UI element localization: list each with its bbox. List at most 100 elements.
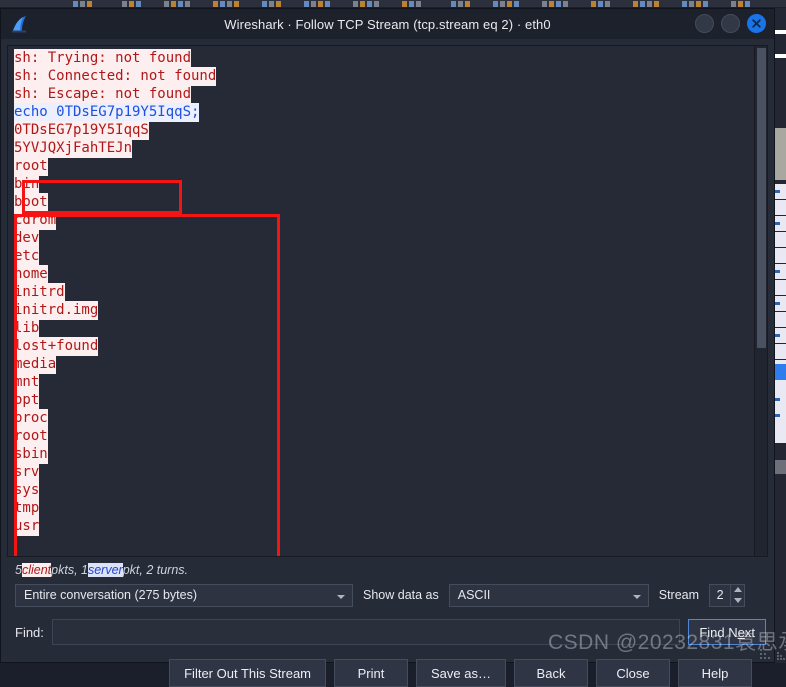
background-resize-grip bbox=[777, 652, 785, 660]
background-toolbar-icon bbox=[262, 1, 267, 7]
background-toolbar-icon bbox=[556, 1, 561, 7]
background-toolbar-icon bbox=[654, 1, 659, 7]
background-toolbar-icon bbox=[598, 1, 603, 7]
stream-line: sh: Escape: not found bbox=[14, 85, 753, 104]
stream-line: sbin bbox=[14, 445, 753, 464]
close-dialog-button[interactable]: Close bbox=[596, 659, 670, 687]
filter-out-this-stream-button[interactable]: Filter Out This Stream bbox=[169, 659, 327, 687]
stream-line-text-server: sys bbox=[14, 481, 40, 500]
background-packet-row bbox=[774, 200, 786, 215]
stream-line: usr bbox=[14, 517, 753, 536]
save-as-button[interactable]: Save as… bbox=[416, 659, 506, 687]
stream-line: boot bbox=[14, 193, 753, 212]
show-data-as-select[interactable]: ASCII bbox=[448, 583, 649, 607]
background-toolbar-icon bbox=[465, 1, 470, 7]
dialog-button-row: Filter Out This Stream Print Save as… Ba… bbox=[15, 659, 752, 687]
summary-suffix: pkt, 2 turns. bbox=[122, 562, 189, 577]
background-toolbar-icon bbox=[311, 1, 316, 7]
stream-line-text-client: echo 0TDsEG7p19Y5IqqS; bbox=[14, 103, 200, 122]
stream-line-text-server: proc bbox=[14, 409, 48, 428]
spinner-down-icon[interactable] bbox=[733, 597, 742, 603]
stream-line-text-server: boot bbox=[14, 193, 48, 212]
background-toolbar-icon bbox=[220, 1, 225, 7]
background-toolbar-icon bbox=[696, 1, 701, 7]
scrollbar-thumb[interactable] bbox=[757, 48, 766, 348]
background-toolbar-icon bbox=[738, 1, 743, 7]
stream-line: root bbox=[14, 427, 753, 446]
background-toolbar-icon bbox=[409, 1, 414, 7]
spinner-up-icon[interactable] bbox=[733, 587, 742, 593]
stream-line: sh: Trying: not found bbox=[14, 49, 753, 68]
chevron-down-icon bbox=[632, 594, 641, 599]
background-toolbar-icon bbox=[276, 1, 281, 7]
stream-line-text-server: dev bbox=[14, 229, 40, 248]
stream-line-text-server: sh: Escape: not found bbox=[14, 85, 192, 104]
background-packet-row bbox=[774, 312, 786, 327]
show-data-as-value: ASCII bbox=[457, 588, 491, 602]
background-toolbar-icon bbox=[493, 1, 498, 7]
close-button[interactable] bbox=[747, 14, 766, 33]
background-toolbar-icon bbox=[633, 1, 638, 7]
summary-server-word: server bbox=[87, 562, 123, 577]
background-toolbar-icon bbox=[549, 1, 554, 7]
stream-line: lib bbox=[14, 319, 753, 338]
conversation-select[interactable]: Entire conversation (275 bytes) bbox=[15, 583, 353, 607]
stream-line-text-server: opt bbox=[14, 391, 40, 410]
follow-tcp-stream-dialog: Wireshark · Follow TCP Stream (tcp.strea… bbox=[0, 8, 775, 687]
background-toolbar-icon bbox=[227, 1, 232, 7]
stream-stepper-arrows[interactable] bbox=[731, 583, 746, 607]
find-label: Find: bbox=[15, 624, 44, 640]
background-toolbar-icon bbox=[213, 1, 218, 7]
dialog-titlebar[interactable]: Wireshark · Follow TCP Stream (tcp.strea… bbox=[1, 9, 774, 39]
background-toolbar-icon bbox=[563, 1, 568, 7]
back-button[interactable]: Back bbox=[514, 659, 588, 687]
stream-line-text-server: tmp bbox=[14, 499, 40, 518]
background-toolbar-icon bbox=[136, 1, 141, 7]
stream-line: 0TDsEG7p19Y5IqqS bbox=[14, 121, 753, 140]
stream-line-text-server: usr bbox=[14, 517, 40, 536]
stream-number-value[interactable]: 2 bbox=[709, 583, 732, 607]
stream-line: root bbox=[14, 157, 753, 176]
stream-vertical-scrollbar[interactable] bbox=[754, 46, 767, 556]
stream-line: cdrom bbox=[14, 211, 753, 230]
background-toolbar-icon bbox=[164, 1, 169, 7]
find-next-button[interactable]: Find Next bbox=[688, 619, 766, 645]
stream-line: dev bbox=[14, 229, 753, 248]
background-toolbar-icon bbox=[605, 1, 610, 7]
background-toolbar-icon bbox=[416, 1, 421, 7]
stream-controls-row: Entire conversation (275 bytes) Show dat… bbox=[15, 583, 766, 607]
stream-text-view[interactable]: sh: Trying: not found sh: Connected: not … bbox=[7, 45, 768, 557]
background-toolbar-icon bbox=[353, 1, 358, 7]
stream-line: srv bbox=[14, 463, 753, 482]
minimize-button[interactable] bbox=[695, 14, 714, 33]
background-toolbar-icon bbox=[703, 1, 708, 7]
conversation-select-value: Entire conversation (275 bytes) bbox=[24, 588, 198, 602]
stream-line: sh: Connected: not found bbox=[14, 67, 753, 86]
stream-line-text-server: lib bbox=[14, 319, 40, 338]
background-toolbar-icon bbox=[745, 1, 750, 7]
background-toolbar-icon bbox=[80, 1, 85, 7]
help-button[interactable]: Help bbox=[678, 659, 752, 687]
print-button[interactable]: Print bbox=[334, 659, 409, 687]
find-next-pre: Find N bbox=[699, 624, 738, 640]
background-toolbar-icon bbox=[591, 1, 596, 7]
stream-line-text-server: root bbox=[14, 157, 48, 176]
stream-line: bin bbox=[14, 175, 753, 194]
stream-label: Stream bbox=[658, 588, 700, 602]
maximize-button[interactable] bbox=[721, 14, 740, 33]
background-toolbar-icon bbox=[234, 1, 239, 7]
stream-line: 5YVJQXjFahTEJn bbox=[14, 139, 753, 158]
stream-number-stepper[interactable]: 2 bbox=[709, 583, 746, 607]
background-toolbar-icon bbox=[185, 1, 190, 7]
find-input[interactable] bbox=[51, 619, 681, 645]
stream-line: opt bbox=[14, 391, 753, 410]
stream-packet-summary: 5 client pkts, 1 server pkt, 2 turns. bbox=[15, 560, 774, 579]
background-packet-row bbox=[774, 248, 786, 263]
background-toolbar-icon bbox=[360, 1, 365, 7]
stream-line-text-server: srv bbox=[14, 463, 40, 482]
background-toolbar-icon bbox=[318, 1, 323, 7]
stream-line-text-server: 0TDsEG7p19Y5IqqS bbox=[14, 121, 149, 140]
background-toolbar-icon bbox=[87, 1, 92, 7]
find-next-mnemonic: e bbox=[737, 624, 745, 640]
resize-grip[interactable] bbox=[760, 649, 770, 659]
